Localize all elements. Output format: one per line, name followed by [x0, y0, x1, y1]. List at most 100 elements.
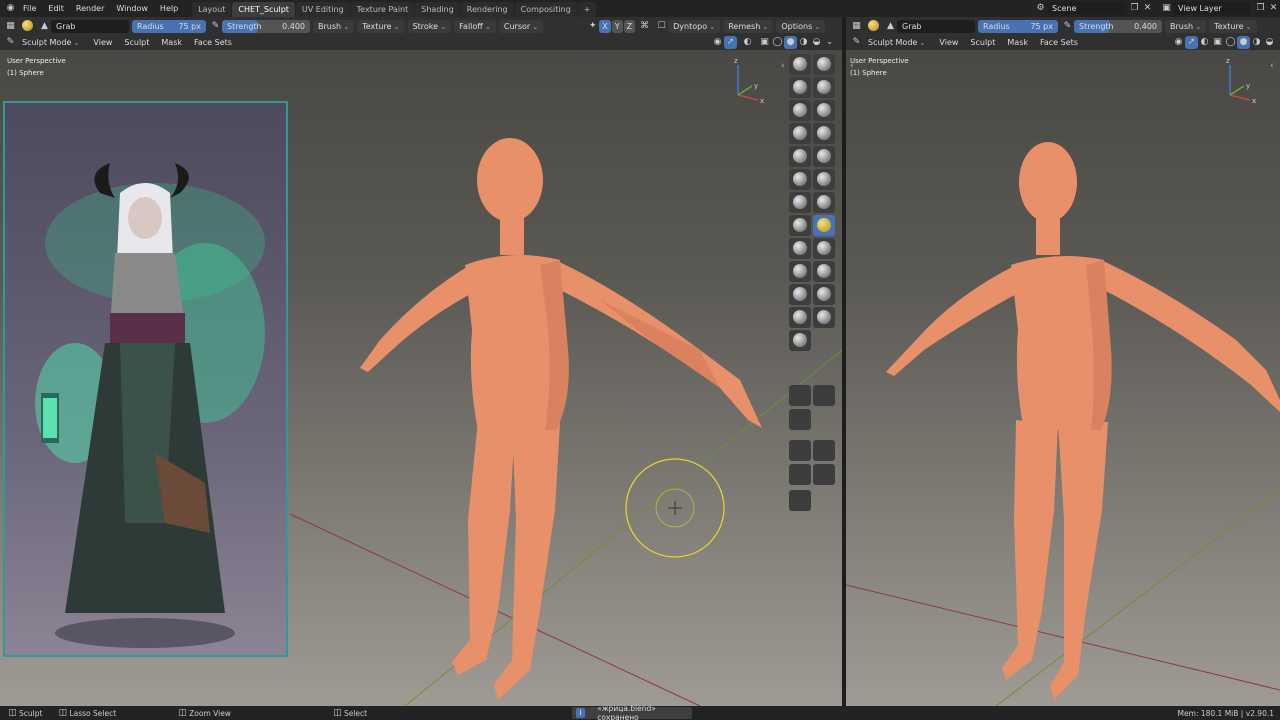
editor-type-icon[interactable]: ▦: [4, 20, 17, 33]
right-navigation-gizmo[interactable]: z x y: [1226, 57, 1256, 105]
right-mannequin-body[interactable]: [886, 142, 1280, 700]
right-overlay-icon[interactable]: ◐: [1198, 36, 1211, 49]
sculpt-brush-tool-10[interactable]: [813, 146, 835, 167]
sculpt-brush-tool-12[interactable]: [813, 169, 835, 190]
right-shading-wireframe-icon[interactable]: ◯: [1224, 36, 1237, 49]
menu-window[interactable]: Window: [110, 0, 154, 17]
axis-lock-icon[interactable]: ⌘: [638, 20, 651, 33]
tab-rendering[interactable]: Rendering: [460, 1, 514, 17]
viewport-left[interactable]: z x y ‹ User Perspective (1) Sphere: [0, 50, 842, 706]
brush-preview-icon[interactable]: [21, 19, 34, 33]
remesh-menu[interactable]: Remesh: [723, 19, 774, 33]
tab-uv-editing[interactable]: UV Editing: [295, 1, 350, 17]
transform-tool-5[interactable]: [813, 440, 835, 461]
viewport-right[interactable]: z x y ‹ ‹ User Perspective (1) Sphere: [846, 50, 1280, 706]
sculpt-brush-tool-11[interactable]: [789, 169, 811, 190]
transform-tool-6[interactable]: [789, 464, 811, 485]
sculpt-brush-tool-3[interactable]: [789, 77, 811, 98]
mode-selector[interactable]: Sculpt Mode: [17, 36, 85, 49]
sculpt-brush-tool-2[interactable]: [813, 54, 835, 75]
overlay-icon[interactable]: ◐: [741, 36, 754, 49]
menu-file[interactable]: File: [17, 0, 42, 17]
right-shading-rendered-icon[interactable]: ◒: [1263, 36, 1276, 49]
right-visibility-icon[interactable]: ◉: [1172, 36, 1185, 49]
right-xray-icon[interactable]: ▣: [1211, 36, 1224, 49]
sculpt-brush-tool-15[interactable]: [789, 215, 811, 236]
axis-z-toggle[interactable]: Z: [623, 19, 636, 33]
axis-x-toggle[interactable]: X: [599, 19, 611, 33]
right-mode-selector[interactable]: Sculpt Mode: [863, 36, 931, 49]
menu-render[interactable]: Render: [70, 0, 110, 17]
right-shading-solid-icon[interactable]: ●: [1237, 36, 1250, 49]
add-workspace-button[interactable]: +: [577, 1, 597, 17]
transform-tool-2[interactable]: [813, 385, 835, 406]
sculpt-brush-tool-19[interactable]: [789, 261, 811, 282]
tab-shading[interactable]: Shading: [415, 1, 460, 17]
radius-pen-pressure-icon[interactable]: ✎: [209, 20, 222, 33]
axis-y-toggle[interactable]: Y: [611, 19, 623, 33]
scene-field[interactable]: Scene: [1047, 2, 1125, 15]
right-menu-face-sets[interactable]: Face Sets: [1034, 38, 1084, 47]
sculpt-brush-tool-8[interactable]: [813, 123, 835, 144]
tab-layout[interactable]: Layout: [192, 1, 232, 17]
tab-compositing[interactable]: Compositing: [514, 1, 577, 17]
right-editor-type-icon[interactable]: ▦: [850, 20, 863, 33]
sculpt-brush-tool-4[interactable]: [813, 77, 835, 98]
sculpt-brush-tool-7[interactable]: [789, 123, 811, 144]
menu-help[interactable]: Help: [154, 0, 184, 17]
right-menu-view[interactable]: View: [933, 38, 964, 47]
transform-tool-4[interactable]: [789, 440, 811, 461]
sculpt-brush-tool-9[interactable]: [789, 146, 811, 167]
sculpt-brush-tool-21[interactable]: [789, 284, 811, 305]
dyntopo-checkbox[interactable]: ☐: [655, 20, 668, 33]
sculpt-brush-tool-13[interactable]: [789, 192, 811, 213]
navigation-gizmo[interactable]: z x y: [734, 57, 764, 105]
remove-scene-icon[interactable]: ✕: [1141, 2, 1154, 15]
sculpt-brush-tool-17[interactable]: [789, 238, 811, 259]
sculpt-brush-tool-20[interactable]: [813, 261, 835, 282]
texture-menu[interactable]: Texture: [357, 19, 405, 33]
right-brush-preview-icon[interactable]: [867, 19, 880, 33]
menu-edit[interactable]: Edit: [42, 0, 70, 17]
shading-material-icon[interactable]: ◑: [797, 36, 810, 49]
sculpt-brush-tool-22[interactable]: [813, 284, 835, 305]
right-radius-slider[interactable]: Radius 75 px: [978, 19, 1058, 33]
dyntopo-menu[interactable]: Dyntopo: [668, 19, 721, 33]
right-gizmo-icon[interactable]: ➚: [1185, 36, 1198, 49]
sculpt-brush-tool-5[interactable]: [789, 100, 811, 121]
tab-texture-paint[interactable]: Texture Paint: [350, 1, 415, 17]
radius-slider[interactable]: Radius 75 px: [132, 19, 206, 33]
transform-tool-7[interactable]: [813, 464, 835, 485]
menu-view[interactable]: View: [87, 38, 118, 47]
right-brush-name-field[interactable]: Grab: [897, 19, 975, 33]
visibility-icon[interactable]: ◉: [711, 36, 724, 49]
blender-logo-icon[interactable]: ◉: [4, 2, 17, 15]
brush-name-field[interactable]: Grab: [51, 19, 129, 33]
shading-options-icon[interactable]: ⌄: [823, 36, 836, 49]
menu-sculpt[interactable]: Sculpt: [118, 38, 155, 47]
brush-menu[interactable]: Brush: [313, 19, 355, 33]
sculpt-brush-tool-18[interactable]: [813, 238, 835, 259]
menu-mask[interactable]: Mask: [155, 38, 188, 47]
tab-chet-sculpt[interactable]: CHET_Sculpt: [232, 1, 295, 17]
sculpt-brush-tool-25[interactable]: [789, 330, 811, 351]
falloff-menu[interactable]: Falloff: [454, 19, 496, 33]
sculpt-brush-tool-24[interactable]: [813, 307, 835, 328]
mannequin-body[interactable]: [360, 138, 762, 700]
right-shading-material-icon[interactable]: ◑: [1250, 36, 1263, 49]
sculpt-brush-tool-23[interactable]: [789, 307, 811, 328]
shading-solid-icon[interactable]: ●: [784, 36, 797, 49]
sculpt-brush-tool-6[interactable]: [813, 100, 835, 121]
transform-tool-8[interactable]: [789, 490, 811, 511]
copy-view-layer-icon[interactable]: ❐: [1254, 2, 1267, 15]
stroke-menu[interactable]: Stroke: [407, 19, 452, 33]
right-strength-slider[interactable]: Strength 0.400: [1074, 19, 1162, 33]
sculpt-brush-tool-16[interactable]: [813, 215, 835, 236]
gizmo-icon[interactable]: ➚: [724, 36, 737, 49]
options-menu[interactable]: Options: [776, 19, 826, 33]
shading-rendered-icon[interactable]: ◒: [810, 36, 823, 49]
sculpt-brush-tool-14[interactable]: [813, 192, 835, 213]
right-texture-menu[interactable]: Texture: [1209, 19, 1257, 33]
right-radius-pressure-icon[interactable]: ✎: [1061, 20, 1074, 33]
view-layer-field[interactable]: View Layer: [1173, 2, 1251, 15]
